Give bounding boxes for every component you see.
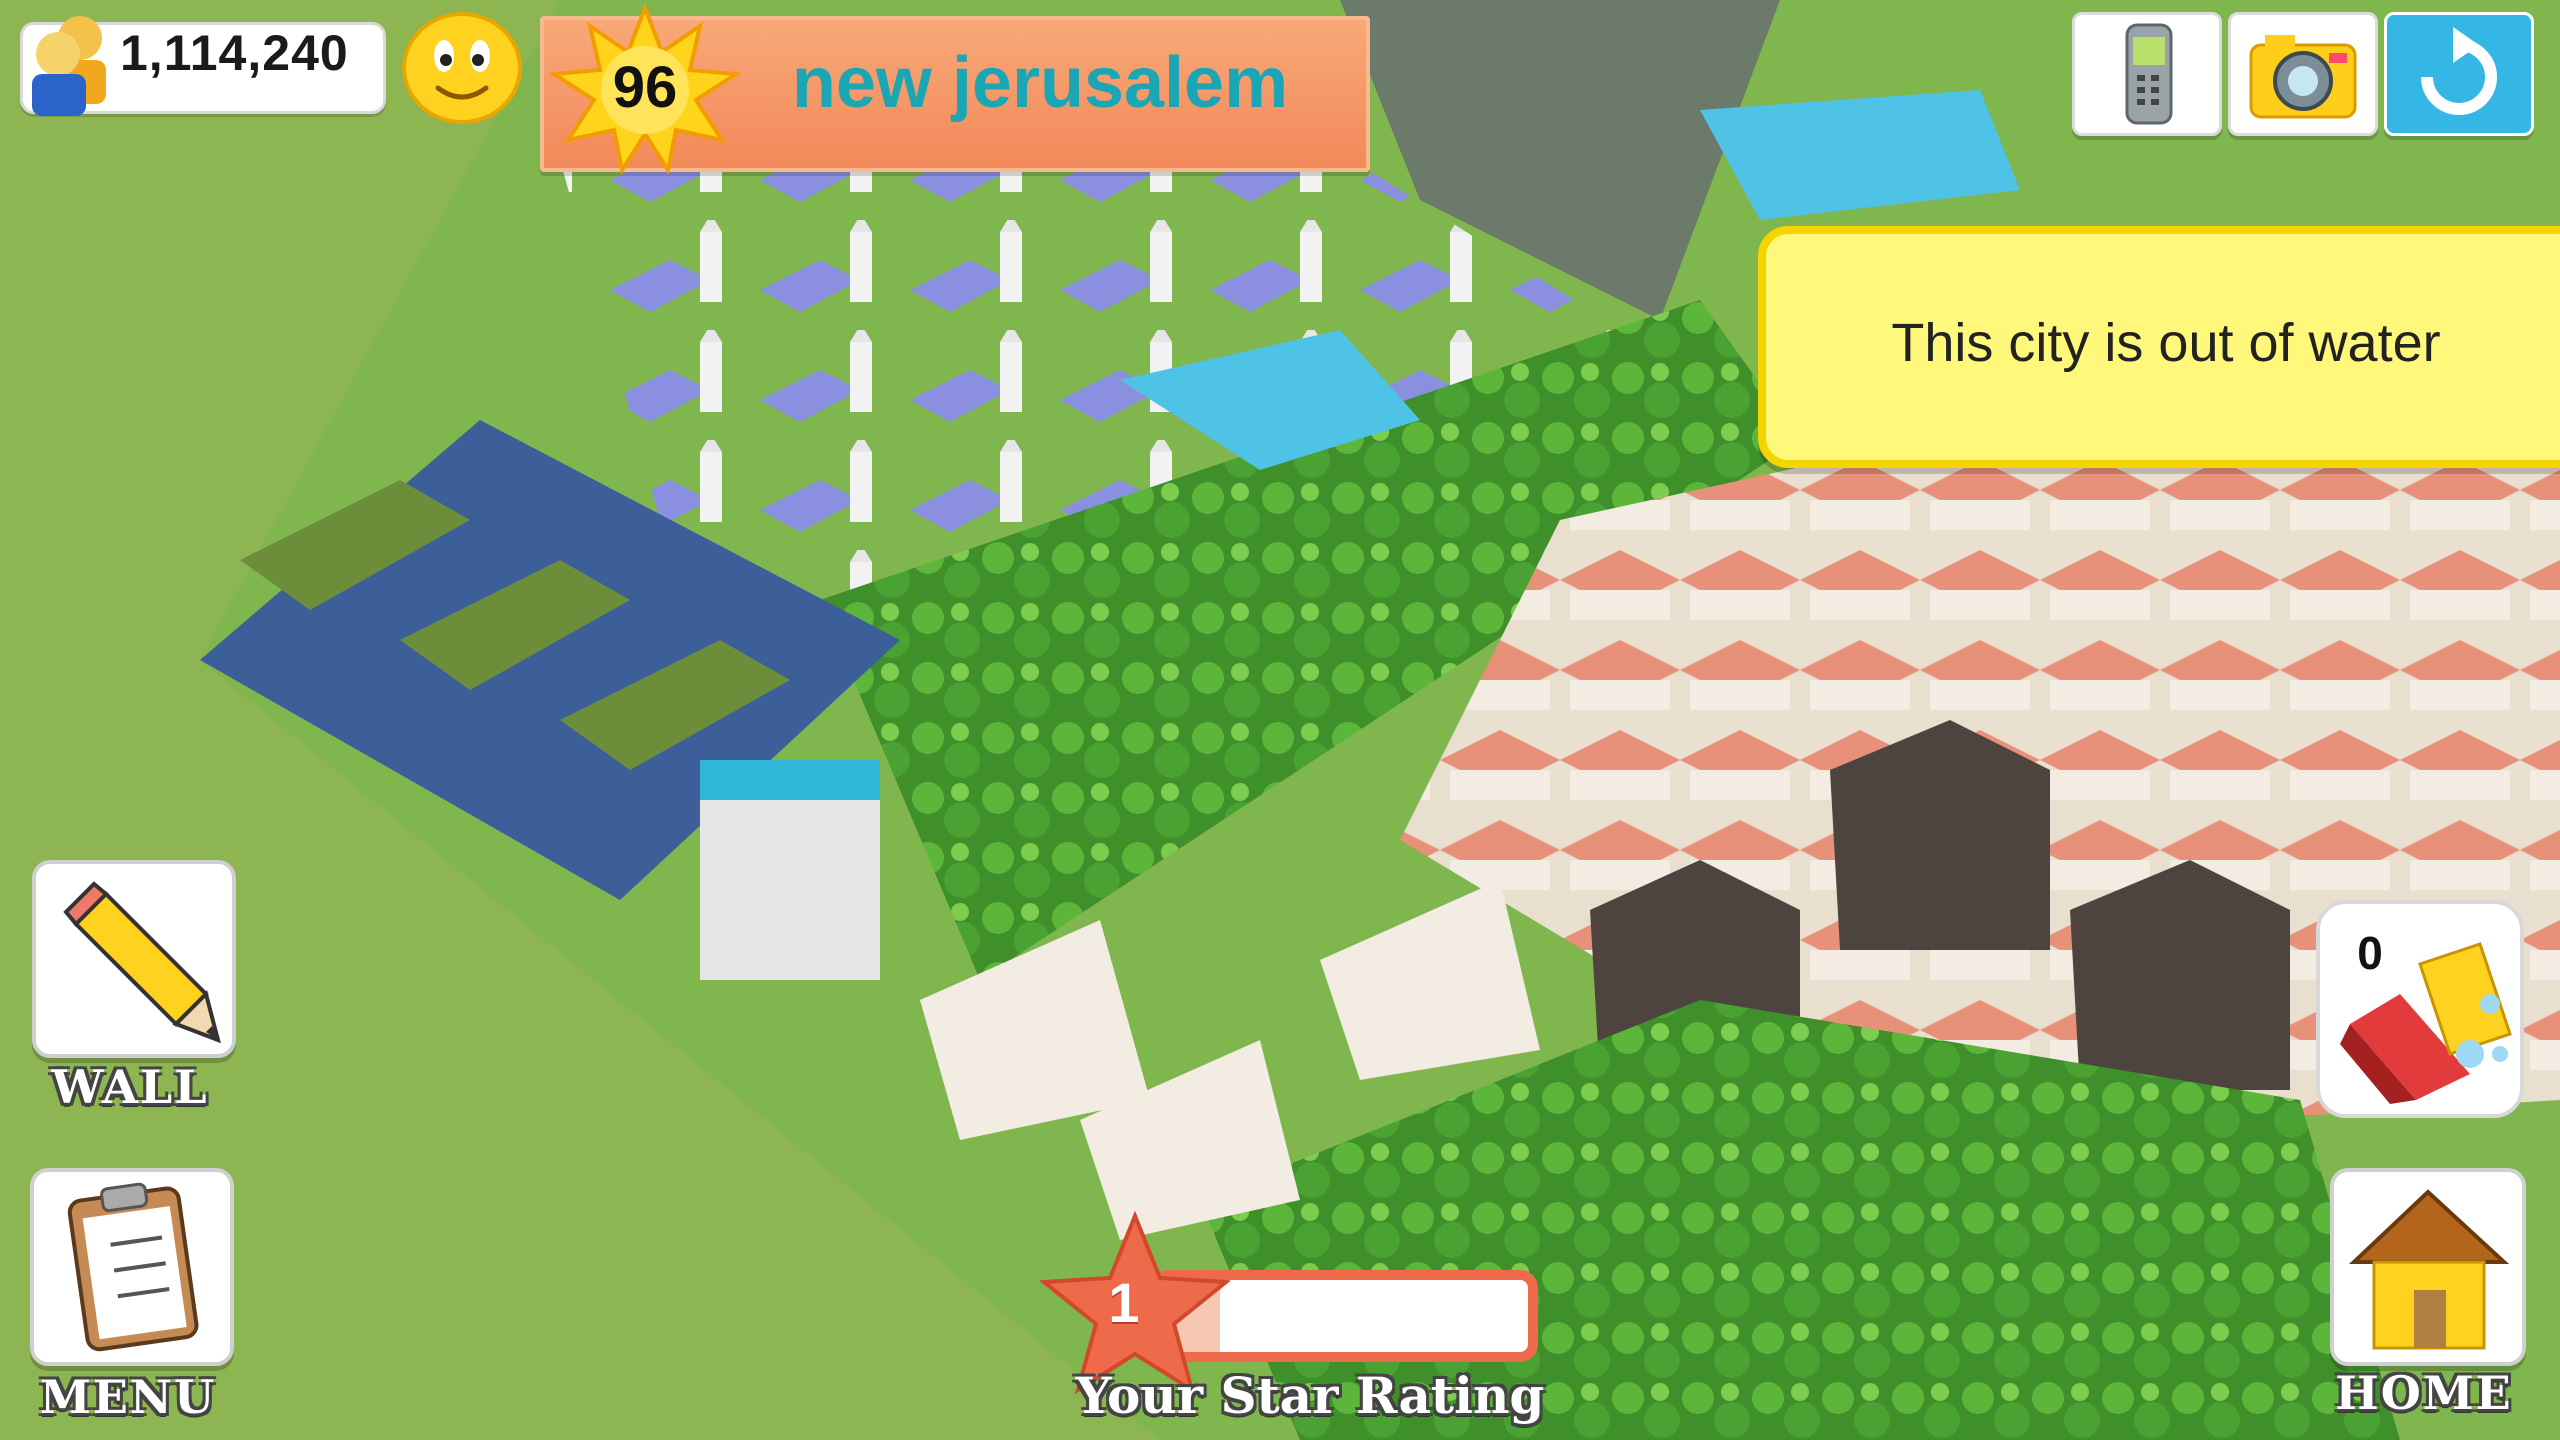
smiley-face-icon[interactable]: [398, 8, 526, 126]
house-icon: [2348, 1189, 2510, 1350]
home-button[interactable]: [2330, 1168, 2526, 1366]
home-label: HOME: [2335, 1366, 2513, 1420]
pencil-icon: [63, 881, 221, 1044]
population-value: 1,114,240: [120, 25, 349, 81]
phone-button[interactable]: [2072, 12, 2222, 136]
refresh-button[interactable]: [2384, 12, 2534, 136]
camera-button[interactable]: [2228, 12, 2378, 136]
refresh-icon: [2421, 27, 2497, 115]
people-icon: [32, 16, 106, 116]
menu-button[interactable]: [30, 1168, 234, 1366]
notice-text: This city is out of water: [1891, 313, 2441, 373]
menu-label: MENU: [39, 1370, 217, 1424]
city-name: new jerusalem: [791, 43, 1289, 123]
level-value: 96: [612, 55, 678, 120]
water-warning-notice[interactable]: This city is out of water: [1758, 226, 2560, 468]
star-rating-label: Your Star Rating: [1075, 1366, 1545, 1425]
wall-button[interactable]: [32, 860, 236, 1058]
wall-label: WALL: [51, 1060, 209, 1114]
city-map[interactable]: [0, 0, 2560, 1440]
clipboard-icon: [67, 1182, 199, 1352]
phone-icon: [2125, 23, 2173, 125]
clean-tool-count: 0: [2357, 927, 2383, 979]
star-rating-value: 1: [1108, 1271, 1140, 1334]
camera-icon: [2249, 35, 2357, 119]
